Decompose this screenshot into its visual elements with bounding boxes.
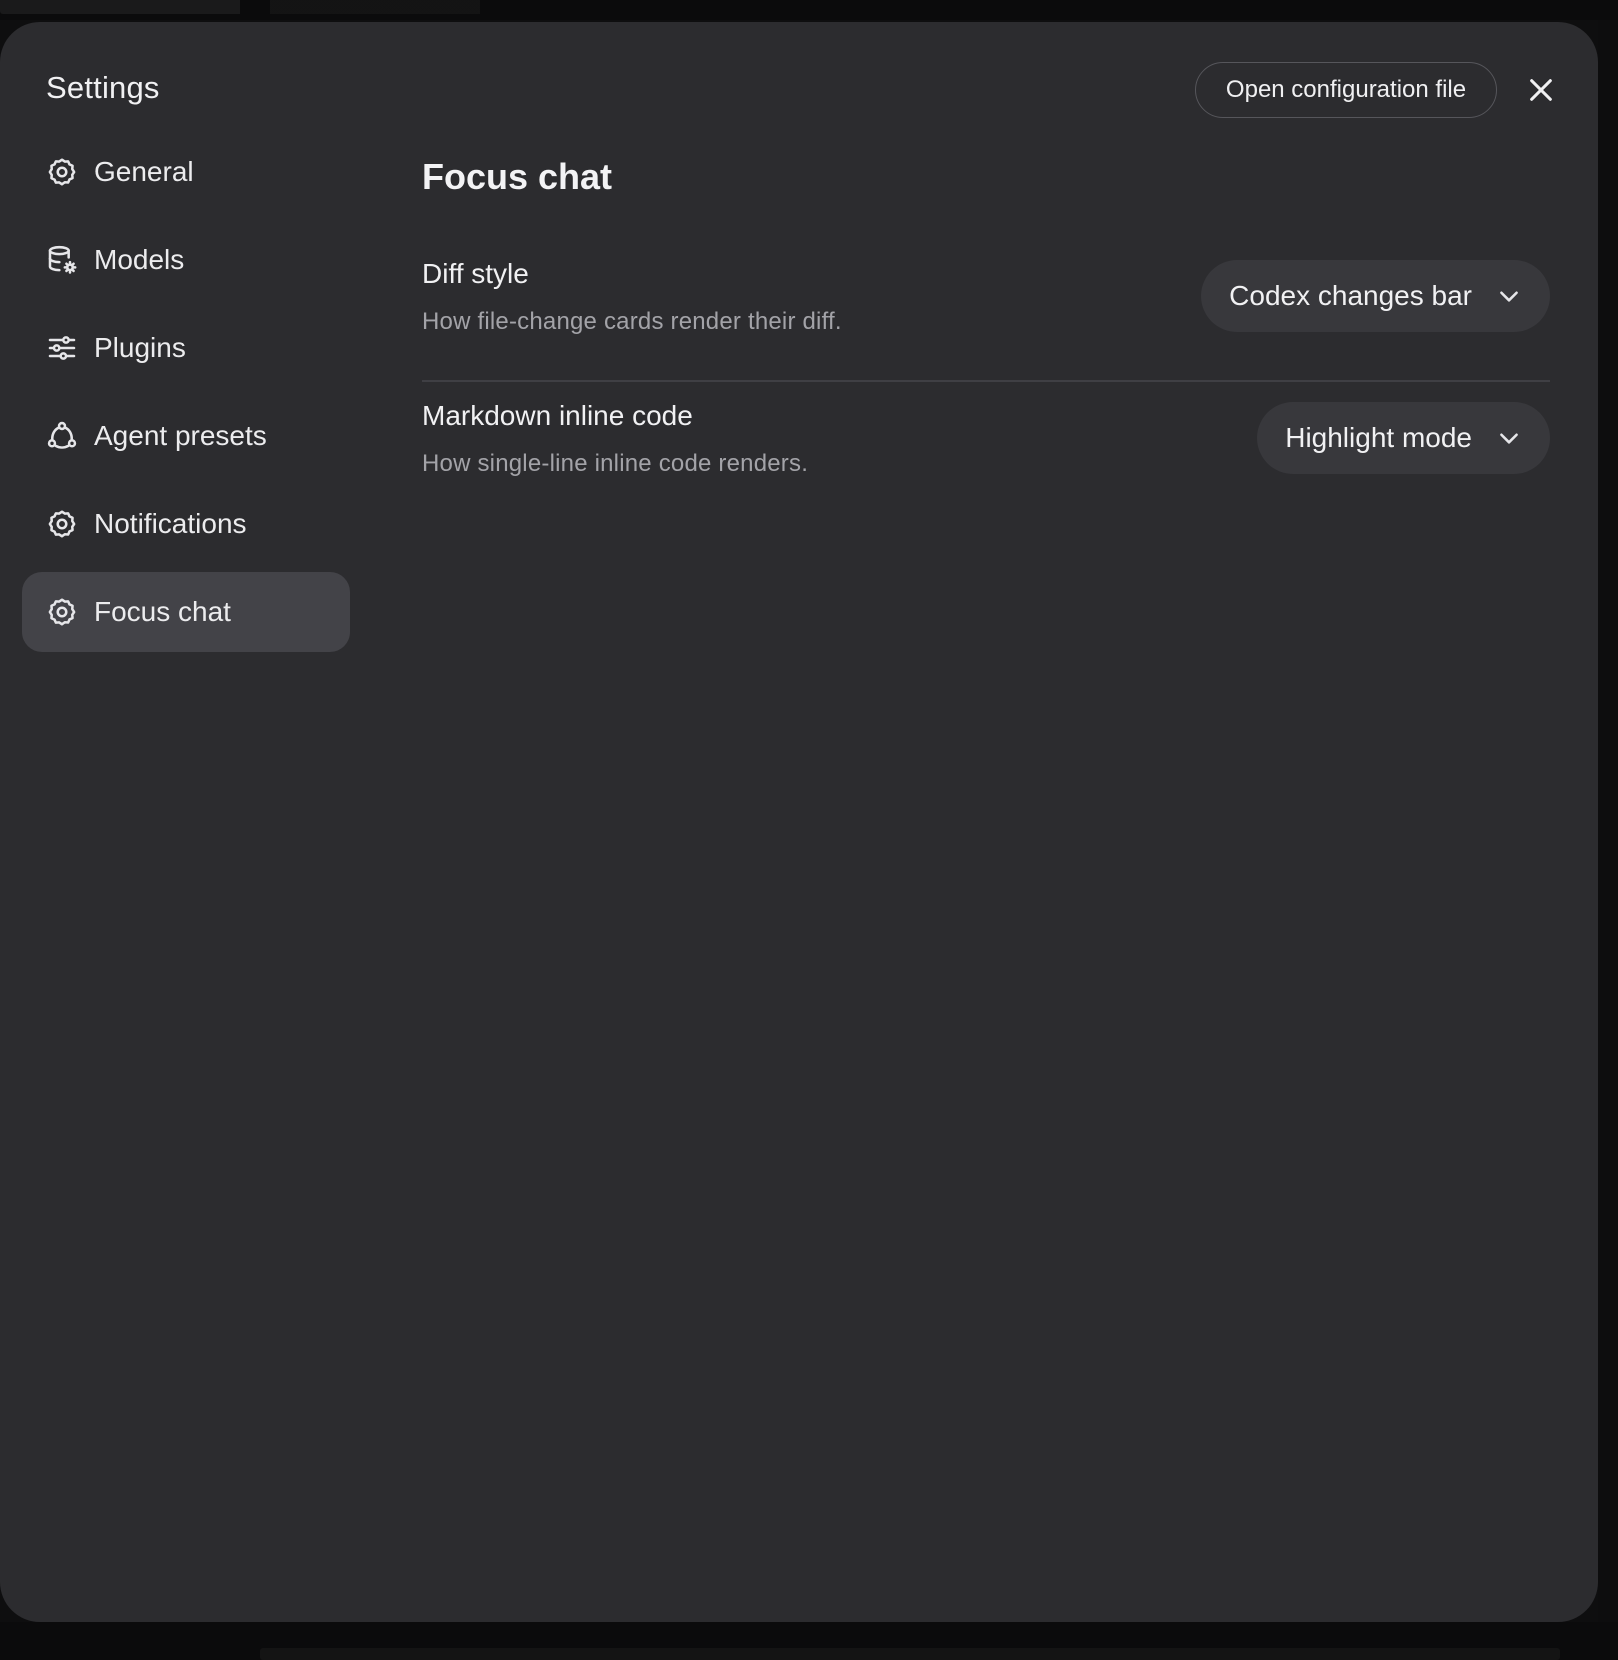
close-button[interactable] [1524, 73, 1558, 107]
sidebar-item-plugins[interactable]: Plugins [22, 308, 350, 388]
setting-description: How file-change cards render their diff. [422, 308, 842, 335]
sidebar-item-agent-presets[interactable]: Agent presets [22, 396, 350, 476]
sidebar-item-focus-chat[interactable]: Focus chat [22, 572, 350, 652]
sidebar-item-label: General [94, 156, 194, 187]
agent-network-icon [46, 420, 78, 452]
select-value: Highlight mode [1285, 422, 1472, 453]
setting-name: Markdown inline code [422, 400, 693, 431]
open-configuration-file-button[interactable]: Open configuration file [1195, 62, 1497, 118]
close-icon [1530, 79, 1552, 101]
setting-row-diff-style: Diff style How file-change cards render … [422, 240, 1550, 382]
sliders-icon [46, 332, 78, 364]
sidebar-item-general[interactable]: General [22, 132, 350, 212]
settings-modal: Settings Open configuration file General [0, 22, 1598, 1622]
sidebar-item-label: Plugins [94, 332, 186, 363]
setting-description: How single-line inline code renders. [422, 450, 809, 477]
settings-content: Focus chat Diff style How file-change ca… [422, 132, 1550, 524]
background-app-edge [1598, 20, 1618, 1622]
background-blurred-text [260, 1648, 1560, 1660]
background-blurred-text [0, 0, 500, 14]
markdown-inline-code-select[interactable]: Highlight mode [1257, 402, 1550, 474]
setting-row-markdown-inline-code: Markdown inline code How single-line inl… [422, 382, 1550, 524]
diff-style-select[interactable]: Codex changes bar [1201, 260, 1550, 332]
sidebar-item-label: Agent presets [94, 420, 267, 451]
setting-name: Diff style [422, 258, 529, 289]
gear-icon [46, 156, 78, 188]
sidebar-item-models[interactable]: Models [22, 220, 350, 300]
gear-icon [46, 596, 78, 628]
gear-icon [46, 508, 78, 540]
settings-title: Settings [46, 70, 160, 105]
page-title: Focus chat [422, 156, 613, 197]
background-app-header [0, 0, 1618, 20]
settings-sidebar: General Models Plugins Agent presets Not… [22, 132, 350, 660]
chevron-down-icon [1496, 425, 1522, 451]
sidebar-item-notifications[interactable]: Notifications [22, 484, 350, 564]
sidebar-item-label: Focus chat [94, 596, 231, 627]
database-gear-icon [46, 244, 78, 276]
sidebar-item-label: Models [94, 244, 185, 275]
select-value: Codex changes bar [1229, 280, 1472, 311]
chevron-down-icon [1496, 283, 1522, 309]
sidebar-item-label: Notifications [94, 508, 247, 539]
background-app-status-bar [0, 1622, 1618, 1660]
